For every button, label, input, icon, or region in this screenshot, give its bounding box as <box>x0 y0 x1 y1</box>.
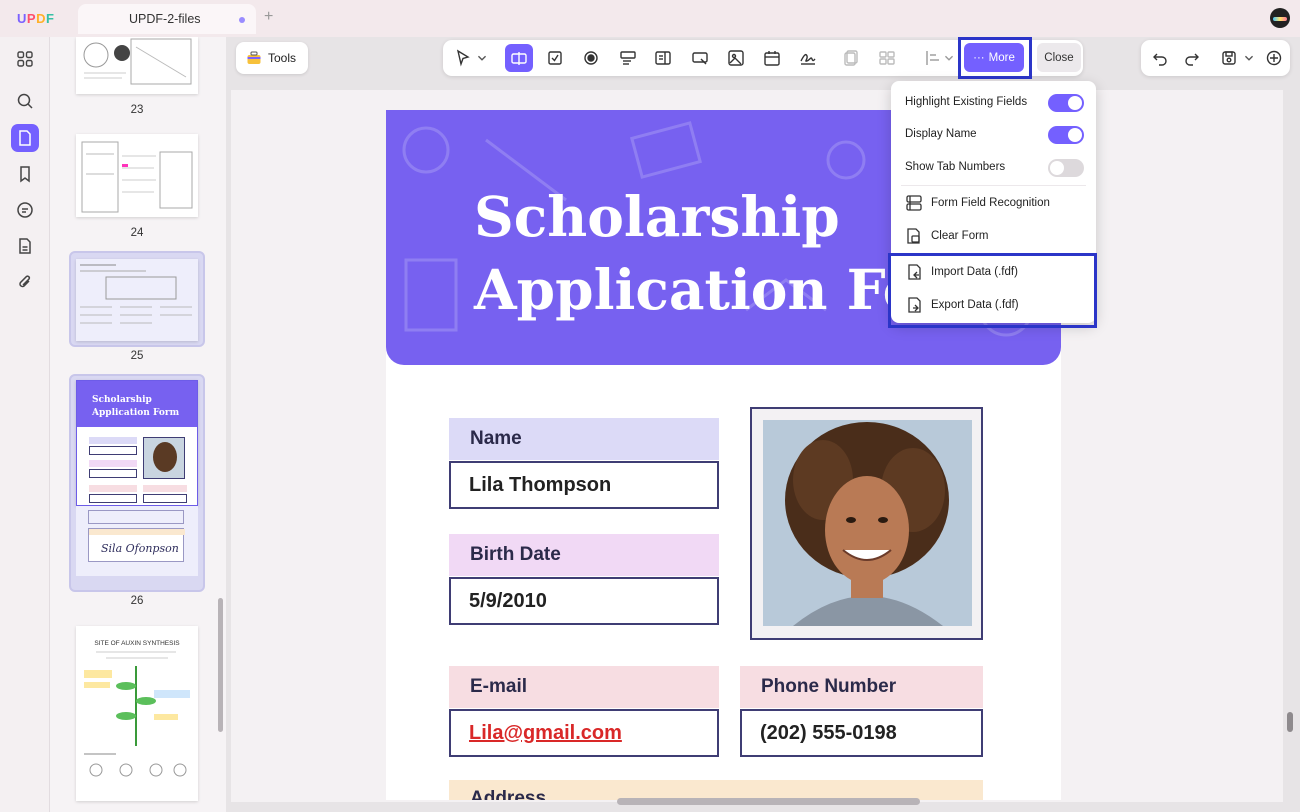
vertical-scrollbar[interactable] <box>1287 712 1293 732</box>
highlight-existing-fields-item[interactable]: Highlight Existing Fields <box>891 86 1096 118</box>
applicant-photo <box>763 420 972 626</box>
list-box-icon[interactable] <box>649 44 677 72</box>
page-number-24: 24 <box>130 227 144 239</box>
page-26-lower-thumbnail: Sila Ofonpson <box>76 506 198 576</box>
ai-assistant-icon[interactable] <box>1260 44 1288 72</box>
page-thumbnail-25[interactable] <box>76 259 198 341</box>
email-field[interactable]: Lila@gmail.com <box>449 709 719 757</box>
form-field-recognition-icon <box>904 193 924 213</box>
radio-button-icon[interactable] <box>577 44 605 72</box>
import-export-highlight <box>888 253 1097 328</box>
duplicate-icon[interactable] <box>837 44 865 72</box>
page-thumbnail-24[interactable] <box>76 134 198 217</box>
save-chevron-down-icon[interactable] <box>1241 44 1257 72</box>
document-tab[interactable]: UPDF-2-files <box>78 4 256 34</box>
bookmark-icon[interactable] <box>11 160 39 188</box>
thumbnail-panel: 23 24 25 Scholarship Application Form Si… <box>50 37 226 812</box>
button-field-icon[interactable] <box>686 44 714 72</box>
checkbox-icon[interactable] <box>541 44 569 72</box>
save-icon[interactable] <box>1215 44 1243 72</box>
align-chevron-down-icon[interactable] <box>941 44 957 72</box>
name-field[interactable]: Lila Thompson <box>449 461 719 509</box>
image-field-icon[interactable] <box>722 44 750 72</box>
horizontal-scrollbar[interactable] <box>617 798 920 805</box>
form-icon[interactable] <box>11 232 39 260</box>
photo-frame[interactable] <box>750 407 983 640</box>
page-number-25: 25 <box>130 350 144 362</box>
search-icon[interactable] <box>11 87 39 115</box>
tools-label: Tools <box>268 51 297 65</box>
updf-logo: UPDF <box>17 11 55 26</box>
show-tab-numbers-label: Show Tab Numbers <box>905 161 1006 173</box>
birth-date-field[interactable]: 5/9/2010 <box>449 577 719 625</box>
birth-date-label: Birth Date <box>449 534 719 576</box>
right-toolbar <box>1141 40 1290 76</box>
highlight-existing-fields-label: Highlight Existing Fields <box>905 96 1028 108</box>
thumbnails-icon[interactable] <box>11 45 39 73</box>
name-label: Name <box>449 418 719 460</box>
display-name-item[interactable]: Display Name <box>891 118 1096 150</box>
undo-icon[interactable] <box>1146 44 1174 72</box>
signature-field-icon[interactable] <box>794 44 822 72</box>
thumbnail-scrollbar[interactable] <box>218 598 223 732</box>
tools-button[interactable]: Tools <box>236 42 308 74</box>
show-tab-numbers-toggle[interactable] <box>1048 159 1084 177</box>
pages-icon[interactable] <box>11 124 39 152</box>
thumb-signature: Sila Ofonpson <box>101 542 179 555</box>
thumb-title-line1: Scholarship <box>92 395 152 405</box>
clear-form-label: Clear Form <box>931 230 989 242</box>
chevron-down-icon[interactable] <box>474 44 490 72</box>
page-number-26: 26 <box>130 595 144 607</box>
redo-icon[interactable] <box>1178 44 1206 72</box>
toolbox-icon <box>247 51 261 64</box>
date-field-icon[interactable] <box>758 44 786 72</box>
more-label: More <box>988 51 1015 64</box>
new-tab-icon[interactable]: + <box>264 8 273 26</box>
clear-form-icon <box>904 226 924 246</box>
page-thumbnail-26[interactable]: Scholarship Application Form <box>76 380 198 506</box>
select-cursor-icon[interactable] <box>449 44 477 72</box>
address-label: Address <box>449 780 983 800</box>
account-avatar[interactable] <box>1270 8 1290 28</box>
dropdown-field-icon[interactable] <box>614 44 642 72</box>
more-button[interactable]: ··· More <box>964 43 1024 72</box>
comment-icon[interactable] <box>11 196 39 224</box>
close-button[interactable]: Close <box>1037 43 1081 72</box>
page-number-23: 23 <box>130 104 144 116</box>
title-bar: UPDF UPDF-2-files + <box>0 0 1300 37</box>
highlight-existing-fields-toggle[interactable] <box>1048 94 1084 112</box>
phone-number-label: Phone Number <box>740 666 983 708</box>
show-tab-numbers-item[interactable]: Show Tab Numbers <box>891 151 1096 183</box>
email-label: E-mail <box>449 666 719 708</box>
unsaved-dot-icon <box>239 17 245 23</box>
display-name-label: Display Name <box>905 128 977 140</box>
form-field-recognition-label: Form Field Recognition <box>931 197 1050 209</box>
form-field-recognition-item[interactable]: Form Field Recognition <box>891 187 1096 219</box>
text-field-icon[interactable] <box>505 44 533 72</box>
left-sidebar <box>0 37 50 812</box>
page-thumbnail-23[interactable] <box>76 37 198 94</box>
more-dots-icon: ··· <box>973 51 985 64</box>
page-thumbnail-27[interactable]: SITE OF AUXIN SYNTHESIS <box>76 626 198 801</box>
tile-grid-icon[interactable] <box>873 44 901 72</box>
thumb-title-line2: Application Form <box>92 408 180 418</box>
clear-form-item[interactable]: Clear Form <box>891 220 1096 252</box>
attachment-icon[interactable] <box>11 268 39 296</box>
phone-number-field[interactable]: (202) 555-0198 <box>740 709 983 757</box>
display-name-toggle[interactable] <box>1048 126 1084 144</box>
menu-divider <box>901 185 1086 186</box>
tab-title: UPDF-2-files <box>129 12 201 26</box>
